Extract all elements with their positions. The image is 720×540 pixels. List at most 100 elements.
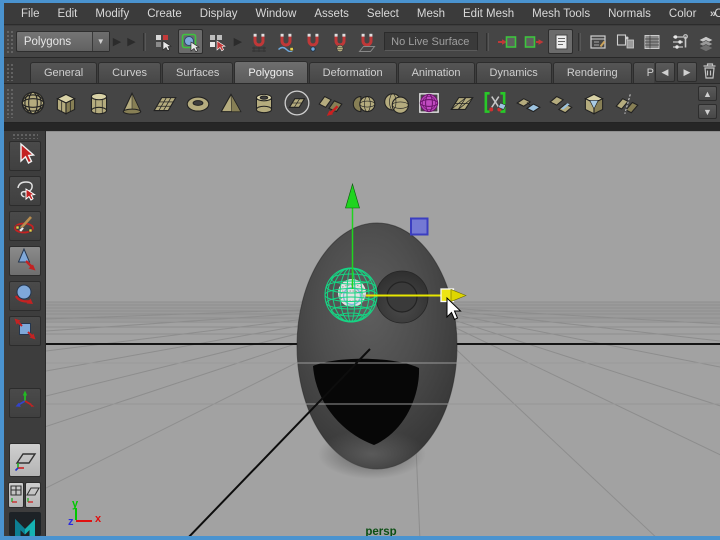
trash-icon[interactable] (698, 60, 720, 82)
section-collapse-icon[interactable]: ▶ (234, 35, 242, 48)
shelf-item-smooth[interactable] (412, 87, 445, 120)
construction-history-icon[interactable] (548, 29, 573, 54)
shelf-item-bevel[interactable] (577, 87, 610, 120)
snap-grid-icon[interactable] (246, 29, 271, 54)
last-tool[interactable] (9, 388, 41, 418)
shelf-tab-surfaces[interactable]: Surfaces (162, 62, 233, 83)
shelf-item-duplicate-face[interactable] (544, 87, 577, 120)
tool-settings-icon[interactable] (667, 29, 692, 54)
menu-select[interactable]: Select (358, 5, 408, 23)
tab-scroll-left-icon[interactable]: ◀ (655, 62, 675, 82)
statusbar-grip[interactable] (6, 30, 13, 54)
toolbox-grip[interactable] (12, 133, 38, 139)
panel-divider (4, 123, 720, 131)
shelf-item-separate[interactable] (346, 87, 379, 120)
shelf-tab-bar: GeneralCurvesSurfacesPolygonsDeformation… (4, 58, 720, 84)
live-surface-field[interactable]: No Live Surface (384, 32, 478, 51)
attribute-editor-icon[interactable] (586, 29, 611, 54)
shelf-item-poly-plane[interactable] (148, 87, 181, 120)
shelf-item-poly-cube[interactable] (49, 87, 82, 120)
snap-point-icon[interactable] (300, 29, 325, 54)
shelf-item-extrude[interactable] (511, 87, 544, 120)
scale-tool[interactable] (9, 316, 41, 346)
menu-normals[interactable]: Normals (599, 5, 660, 23)
shelf-item-poly-pyramid[interactable] (214, 87, 247, 120)
select-component-icon[interactable] (205, 29, 230, 54)
statusbar-separator (143, 33, 146, 51)
shelf-item-triangulate[interactable] (445, 87, 478, 120)
rotate-tool[interactable] (9, 281, 41, 311)
menu-display[interactable]: Display (191, 5, 247, 23)
channel-box-icon[interactable] (640, 29, 665, 54)
triangulate-icon (448, 89, 476, 117)
shelf-item-split-mesh[interactable] (478, 87, 511, 120)
input-connections-icon[interactable] (494, 29, 519, 54)
layout-single-pane[interactable] (9, 443, 41, 478)
section-collapse-icon[interactable]: ▶ (127, 35, 135, 48)
make-live-icon[interactable] (354, 29, 379, 54)
shelf-tab-curves[interactable]: Curves (98, 62, 161, 83)
menu-modify[interactable]: Modify (86, 5, 138, 23)
shelf-item-poly-torus[interactable] (181, 87, 214, 120)
select-object-icon[interactable] (178, 29, 203, 54)
tab-scroll-right-icon[interactable]: ▶ (677, 62, 697, 82)
menu-set-dropdown[interactable]: Polygons ▼ (16, 31, 110, 52)
shelf-tab-rendering[interactable]: Rendering (553, 62, 632, 83)
menu-bar: FileEditModifyCreateDisplayWindowAssetsS… (4, 3, 720, 25)
shelf-tab-dynamics[interactable]: Dynamics (476, 62, 552, 83)
shelf-tab-polygons[interactable]: Polygons (234, 61, 307, 83)
menu-edit[interactable]: Edit (49, 5, 87, 23)
paint-select-tool[interactable] (9, 211, 41, 241)
shelf-tabs: GeneralCurvesSurfacesPolygonsDeformation… (30, 61, 654, 83)
bevel-icon (580, 89, 608, 117)
shelf-tab-pai[interactable]: Pai (633, 62, 654, 83)
shelf-scroll-up-icon[interactable]: ▲ (698, 86, 717, 101)
menu-mesh-tools[interactable]: Mesh Tools (523, 5, 599, 23)
shelf-grip[interactable] (6, 63, 13, 81)
lasso-tool[interactable] (9, 176, 41, 206)
shelf-scroll-down-icon[interactable]: ▼ (698, 104, 717, 119)
move-tool[interactable] (9, 246, 41, 276)
menu-create[interactable]: Create (138, 5, 191, 23)
menu-overflow-chevron[interactable]: » (710, 8, 716, 20)
manip-plane-handle[interactable] (411, 219, 428, 235)
menu-color[interactable]: Color (660, 5, 705, 23)
shelf-item-poly-sphere[interactable] (16, 87, 49, 120)
select-hierarchy-icon[interactable] (151, 29, 176, 54)
shelf-tab-animation[interactable]: Animation (398, 62, 475, 83)
window-border-top (0, 0, 720, 3)
snap-curve-icon[interactable] (273, 29, 298, 54)
chevron-down-icon[interactable]: ▼ (92, 32, 109, 51)
perspective-viewport[interactable]: y z x persp (46, 131, 720, 536)
menu-mesh[interactable]: Mesh (408, 5, 454, 23)
shelf-item-poly-pipe[interactable] (247, 87, 280, 120)
shelf-item-poly-cone[interactable] (115, 87, 148, 120)
layer-editor-icon[interactable] (694, 29, 719, 54)
shelf-item-interactive-creation[interactable] (280, 87, 313, 120)
snap-projected-center-icon[interactable] (327, 29, 352, 54)
shelf-item-mirror-geometry[interactable] (610, 87, 643, 120)
layout-pane[interactable] (8, 482, 24, 508)
shelf-item-boolean[interactable] (379, 87, 412, 120)
shelf-tab-general[interactable]: General (30, 62, 97, 83)
layout-four-pane[interactable] (25, 482, 41, 508)
extrude-icon (514, 89, 542, 117)
select-tool-icon (12, 141, 38, 172)
shelf-item-combine[interactable] (313, 87, 346, 120)
toolbox (4, 131, 46, 536)
shelf-grip[interactable] (6, 88, 13, 118)
right-eye[interactable] (376, 271, 428, 323)
section-collapse-icon[interactable]: ▶ (113, 35, 121, 48)
menu-file[interactable]: File (12, 5, 49, 23)
paint-select-tool-icon (12, 211, 38, 242)
smooth-icon (415, 89, 443, 117)
select-tool[interactable] (9, 141, 41, 171)
shelf-tab-deformation[interactable]: Deformation (309, 62, 397, 83)
menu-assets[interactable]: Assets (305, 5, 358, 23)
shelf-item-poly-cylinder[interactable] (82, 87, 115, 120)
shelf-scroll: ▲ ▼ (697, 86, 720, 120)
menu-window[interactable]: Window (246, 5, 305, 23)
output-connections-icon[interactable] (521, 29, 546, 54)
menu-edit-mesh[interactable]: Edit Mesh (454, 5, 523, 23)
connection-editor-icon[interactable] (613, 29, 638, 54)
